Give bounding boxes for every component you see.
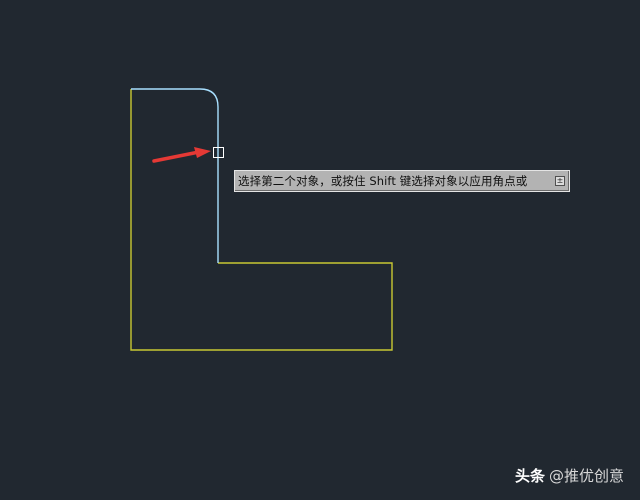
watermark-handle: @推优创意 (548, 467, 624, 485)
drawing-canvas[interactable] (0, 0, 640, 500)
red-arrow-shaft (152, 150, 201, 163)
command-prompt-tooltip: 选择第二个对象，或按住 Shift 键选择对象以应用角点或 ± (234, 170, 570, 192)
expand-options-icon[interactable]: ± (555, 176, 565, 186)
tooltip-text: 选择第二个对象，或按住 Shift 键选择对象以应用角点或 (238, 174, 528, 188)
l-shape-outline[interactable] (130, 89, 393, 351)
fillet-selected-edge[interactable] (131, 88, 219, 263)
watermark-brand: 头条 (514, 467, 545, 485)
watermark: 头条 @推优创意 (515, 465, 624, 486)
red-arrow-icon (152, 147, 211, 163)
